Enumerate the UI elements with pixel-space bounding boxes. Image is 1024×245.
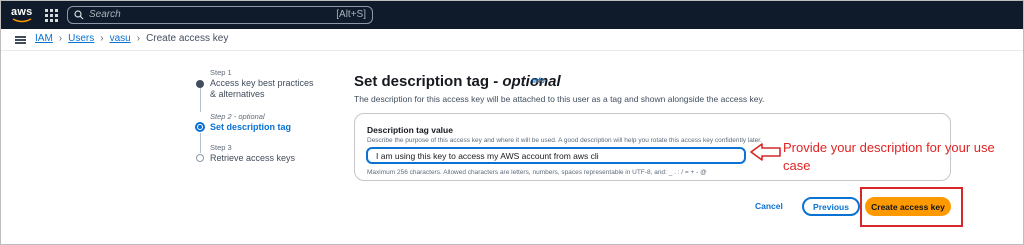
aws-logo[interactable]: aws	[9, 5, 37, 25]
page-description: The description for this access key will…	[354, 94, 765, 104]
aws-smile-icon	[12, 18, 32, 23]
page-title: Set description tag - optional	[354, 73, 561, 90]
description-tag-constraint: Maximum 256 characters. Allowed characte…	[367, 169, 707, 176]
breadcrumb-users[interactable]: Users	[68, 33, 94, 44]
breadcrumb-bar: IAM › Users › vasu › Create access key	[1, 29, 1023, 51]
step-3-label: Step 3	[210, 143, 232, 152]
step-3-pending-icon	[196, 154, 204, 162]
search-input[interactable]: Search [Alt+S]	[67, 6, 373, 24]
step-2-current-icon	[195, 122, 205, 132]
breadcrumb: IAM › Users › vasu › Create access key	[35, 33, 228, 44]
breadcrumb-current: Create access key	[146, 33, 229, 44]
annotation-text: Provide your description for your use ca…	[783, 140, 995, 173]
search-icon	[74, 10, 84, 20]
chevron-right-icon: ›	[100, 33, 104, 44]
step-connector	[200, 133, 201, 153]
chevron-right-icon: ›	[136, 33, 141, 44]
breadcrumb-user[interactable]: vasu	[110, 33, 131, 44]
menu-icon[interactable]	[15, 36, 26, 44]
step-connector	[200, 86, 201, 112]
top-navigation: aws Search [Alt+S]	[1, 1, 1023, 29]
description-tag-input[interactable]	[366, 147, 746, 164]
step-1-label: Step 1	[210, 68, 232, 77]
breadcrumb-iam[interactable]: IAM	[35, 33, 53, 44]
search-shortcut: [Alt+S]	[336, 9, 366, 20]
step-1-complete-icon	[196, 80, 204, 88]
step-3-title: Retrieve access keys	[210, 153, 296, 163]
main-content: Step 1 Access key best practices & alter…	[1, 51, 1023, 244]
page-title-main: Set description tag -	[354, 73, 503, 90]
annotation-arrow-icon	[750, 143, 781, 161]
previous-button[interactable]: Previous	[802, 197, 860, 216]
description-tag-help: Describe the purpose of this access key …	[367, 137, 762, 144]
step-2-title: Set description tag	[210, 122, 292, 132]
description-tag-label: Description tag value	[367, 125, 453, 135]
step-1-title[interactable]: Access key best practices & alternatives	[210, 78, 320, 100]
aws-logo-text: aws	[11, 6, 33, 18]
page: aws Search [Alt+S] IAM › Users › vasu › …	[0, 0, 1024, 245]
services-grid-icon[interactable]	[43, 7, 59, 23]
info-link[interactable]: Info	[532, 78, 545, 85]
create-access-key-button[interactable]: Create access key	[865, 197, 951, 216]
chevron-right-icon: ›	[58, 33, 63, 44]
search-placeholder: Search	[89, 9, 121, 20]
step-2-label: Step 2 - optional	[210, 112, 265, 121]
cancel-button[interactable]: Cancel	[755, 201, 783, 211]
